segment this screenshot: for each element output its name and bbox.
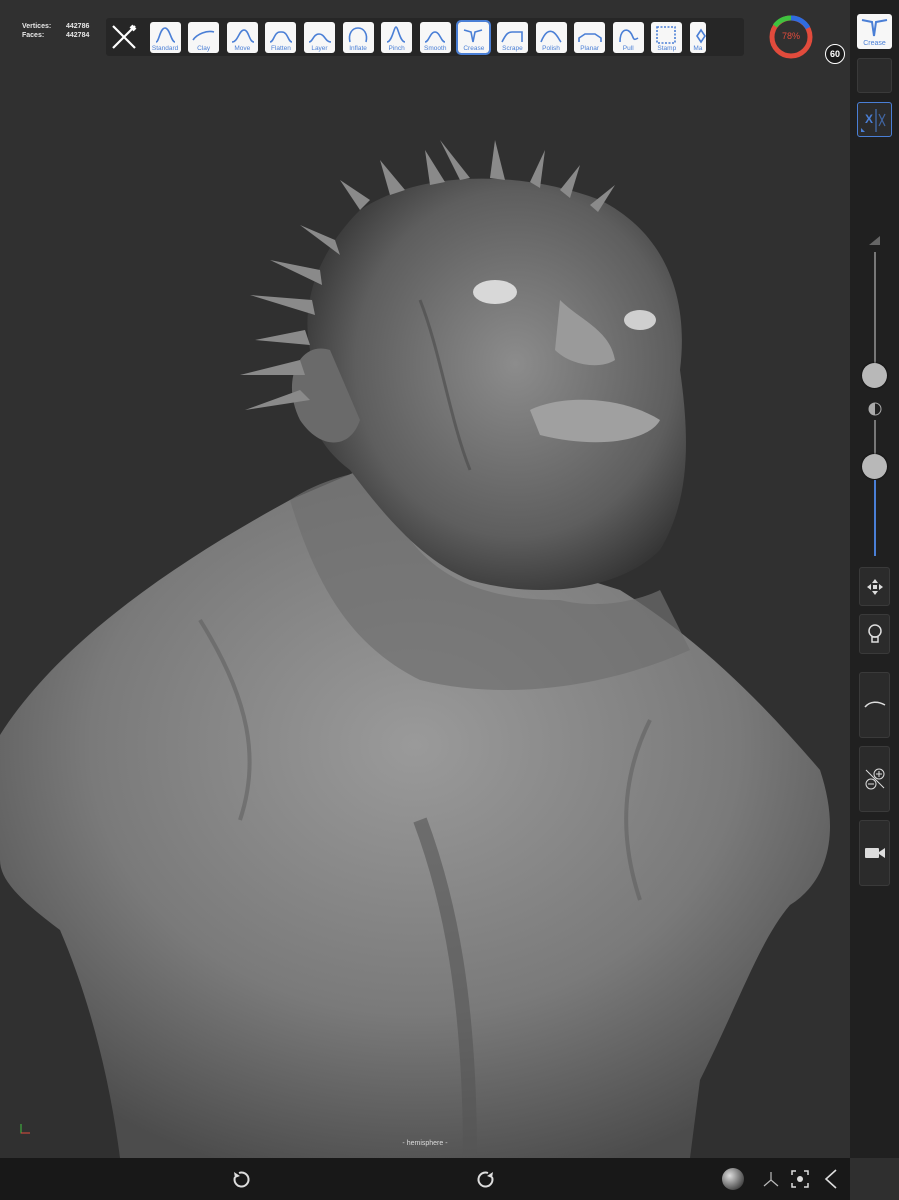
brush-label: Pull <box>622 44 634 52</box>
camera-button[interactable] <box>859 820 890 886</box>
brush-scrape-icon <box>501 30 523 42</box>
memory-usage-ring: 78% <box>768 14 814 60</box>
active-brush-button[interactable]: Crease <box>857 14 892 49</box>
symmetry-toggle-button[interactable]: X <box>857 102 892 137</box>
brush-flatten-icon <box>270 30 293 43</box>
axis-gizmo-icon <box>20 1124 30 1134</box>
fps-counter: 60 <box>825 44 845 64</box>
vertices-value: 442786 <box>66 23 90 30</box>
undo-button[interactable] <box>228 1158 254 1200</box>
brush-planar-button[interactable]: Planar <box>574 21 606 53</box>
brush-stamp-icon <box>656 25 677 44</box>
stroke-curve-button[interactable] <box>859 672 890 738</box>
bottom-bar <box>0 1158 850 1200</box>
material-sphere-icon <box>722 1168 744 1190</box>
brush-radius-track[interactable] <box>874 252 876 372</box>
axis-view-button[interactable] <box>760 1158 782 1200</box>
video-camera-icon <box>864 848 885 858</box>
brush-scrape-button[interactable]: Scrape <box>496 21 528 53</box>
brush-crease-button[interactable]: Crease <box>456 19 492 55</box>
add-subtract-button[interactable] <box>859 746 890 812</box>
brush-label: Flatten <box>270 44 291 52</box>
brush-move-icon <box>231 28 255 43</box>
secondary-tool-button[interactable] <box>857 58 892 93</box>
brush-pull-icon <box>618 28 639 42</box>
collapse-panel-button[interactable] <box>820 1158 842 1200</box>
brush-label: Pinch <box>388 44 405 52</box>
brush-crease-icon <box>464 28 483 42</box>
brush-pinch-icon <box>386 25 406 43</box>
brush-label: Standard <box>151 44 179 52</box>
brush-standard-button[interactable]: Standard <box>149 21 181 53</box>
material-button[interactable] <box>720 1158 746 1200</box>
brush-inflate-icon <box>348 26 367 42</box>
mirror-icon <box>861 109 886 132</box>
brush-toolbar: Standard Clay Move Flatten Layer Inflate Pinch… <box>106 18 744 56</box>
brush-clay-icon <box>192 30 215 40</box>
transform-button[interactable] <box>859 567 890 606</box>
lightbulb-icon <box>867 624 882 643</box>
brush-label: Stamp <box>657 44 677 52</box>
brush-label: Move <box>234 44 251 52</box>
brush-label: Inflate <box>349 44 367 52</box>
brush-planar-icon <box>578 32 602 42</box>
brush-clay-button[interactable]: Clay <box>188 21 220 53</box>
brush-label: Smooth <box>424 44 447 52</box>
brush-label: Scrape <box>502 44 523 52</box>
brush-label: Crease <box>463 44 485 52</box>
brush-label: Clay <box>197 44 211 52</box>
brush-label: Layer <box>311 44 328 52</box>
undo-icon <box>233 1171 250 1188</box>
brush-smooth-icon <box>424 30 445 43</box>
sculpted-bust[interactable] <box>0 0 850 1158</box>
brush-smooth-button[interactable]: Smooth <box>419 21 451 53</box>
brush-inflate-button[interactable]: Inflate <box>342 21 374 53</box>
brush-layer-button[interactable]: Layer <box>303 21 335 53</box>
brush-move-button[interactable]: Move <box>226 21 258 53</box>
lighting-button[interactable] <box>859 614 890 654</box>
brush-label: Ma <box>693 44 703 52</box>
faces-label: Faces: <box>22 32 45 39</box>
brush-standard-icon <box>155 26 175 43</box>
brush-label: Polish <box>542 44 560 52</box>
curve-icon <box>863 701 885 708</box>
faces-value: 442784 <box>66 32 90 39</box>
move-arrows-icon <box>866 578 883 595</box>
tools-toggle-button[interactable] <box>106 18 142 56</box>
mesh-stats: Vertices: 442786 Faces: 442784 <box>22 22 89 40</box>
brush-polish-icon <box>539 30 562 43</box>
active-brush-label: Crease <box>863 40 886 47</box>
right-sidebar: Crease X <box>850 0 899 1158</box>
brush-pull-button[interactable]: Pull <box>612 21 644 53</box>
brush-layer-icon <box>308 32 332 43</box>
frame-view-button[interactable] <box>789 1158 811 1200</box>
vertices-label: Vertices: <box>22 23 52 30</box>
intensity-icon <box>868 402 882 416</box>
brush-label: Planar <box>580 44 600 52</box>
crossed-tools-icon <box>112 24 137 49</box>
brush-polish-button[interactable]: Polish <box>535 21 567 53</box>
sculpt-viewport[interactable]: Vertices: 442786 Faces: 442784 Standard Cla… <box>0 0 850 1158</box>
brush-intensity-knob[interactable] <box>862 454 887 479</box>
brush-ma-icon <box>695 28 706 43</box>
focus-frame-icon <box>791 1170 809 1188</box>
memory-percent: 78% <box>781 31 800 41</box>
brush-pinch-button[interactable]: Pinch <box>381 21 413 53</box>
plus-minus-icon <box>865 768 884 790</box>
brush-ma-button[interactable]: Ma <box>689 21 706 53</box>
brush-intensity-track-fill[interactable] <box>874 480 876 556</box>
crease-brush-icon <box>861 19 888 37</box>
axis-tripod-icon <box>763 1172 779 1187</box>
chevron-left-icon <box>824 1169 837 1189</box>
brush-radius-knob[interactable] <box>862 363 887 388</box>
mirror-mode-label: - hemisphere - <box>402 1140 448 1147</box>
redo-button[interactable] <box>473 1158 499 1200</box>
brush-stamp-button[interactable]: Stamp <box>651 21 683 53</box>
size-slider-icon <box>869 236 880 245</box>
brush-flatten-button[interactable]: Flatten <box>265 21 297 53</box>
redo-icon <box>477 1171 494 1188</box>
